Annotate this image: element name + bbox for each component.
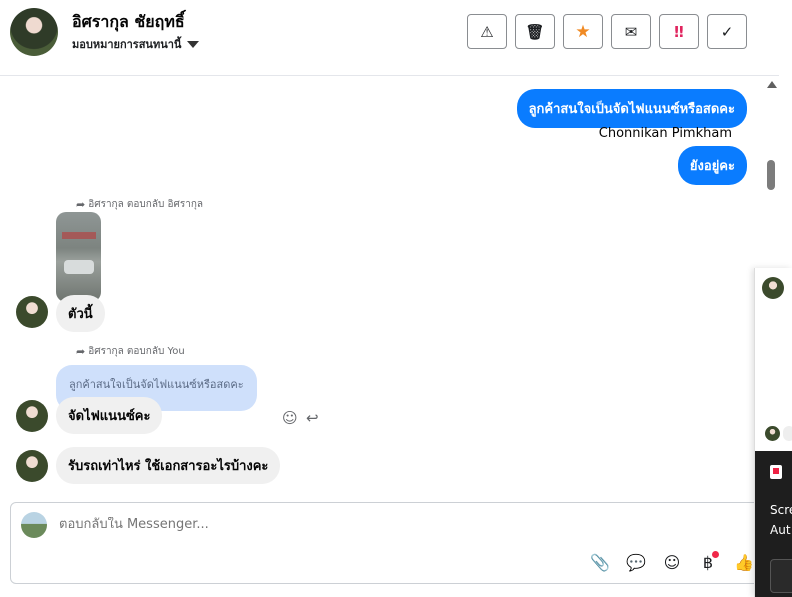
star-button[interactable]: ★ [563,14,603,49]
chat-bubble-icon[interactable]: 💬 [625,551,647,573]
contact-avatar[interactable] [762,277,784,299]
trash-icon: 🗑 [525,22,545,41]
conversation-header: อิศรากุล ชัยฤทธิ์ มอบหมายการสนทนานี้ ⚠ 🗑… [0,0,779,76]
chevron-down-icon [187,40,200,48]
reply-arrow-icon: ➦ [76,345,86,358]
checkmark-icon: ✓ [720,22,734,41]
delete-button[interactable]: 🗑 [515,14,555,49]
screenshot-notification[interactable]: Scre Aut [755,451,792,597]
reply-icon[interactable]: ↩ [306,409,319,427]
payment-icon[interactable]: ฿ [697,551,719,573]
exclamation-icon: ‼ [674,22,684,41]
image-sign [62,232,96,239]
incoming-message[interactable]: รับรถเท่าไหร่ ใช้เอกสารอะไรบ้างคะ [56,447,281,484]
contact-avatar[interactable] [16,450,48,482]
page-avatar [21,512,47,538]
contact-avatar[interactable] [16,296,48,328]
mark-unread-button[interactable]: ✉ [611,14,651,49]
assign-label: มอบหมายการสนทนานี้ [72,38,182,51]
side-chat-panel: Scre Aut [754,268,792,597]
image-attachment[interactable] [56,212,101,302]
star-icon: ★ [575,21,591,42]
contact-avatar[interactable] [16,400,48,432]
notification-title: Scre [770,503,792,517]
inbox-conversation-page: อิศรากุล ชัยฤทธิ์ มอบหมายการสนทนานี้ ⚠ 🗑… [0,0,792,597]
snipping-tool-icon [770,465,782,479]
reply-label-text: อิศรากุล ตอบกลับ อิศรากุล [88,199,203,210]
reply-arrow-icon: ➦ [76,198,86,211]
notification-button[interactable] [770,559,792,593]
reply-label-text: อิศรากุล ตอบกลับ You [88,346,185,357]
composer-toolbar: 📎 💬 ☺ ฿ 👍 [589,551,755,573]
spam-button[interactable]: ⚠ [467,14,507,49]
contact-avatar [765,426,780,441]
scroll-thumb[interactable] [767,160,775,190]
incoming-message[interactable]: ตัวนี้ [56,295,105,332]
contact-avatar[interactable] [10,8,58,56]
smiley-icon[interactable]: ☺ [661,551,683,573]
notification-body: Aut [770,523,791,537]
paperclip-icon[interactable]: 📎 [589,551,611,573]
react-emoji-icon[interactable]: ☺ [282,409,298,427]
contact-name[interactable]: อิศรากุล ชัยฤทธิ์ [72,10,185,35]
scroll-up-arrow-icon[interactable] [767,81,777,88]
outgoing-message[interactable]: ลูกค้าสนใจเป็นจัดไฟแนนซ์หรือสดคะ [516,89,747,128]
reply-indicator: ➦ อิศรากุล ตอบกลับ อิศรากุล [76,197,203,212]
sender-name: Chonnikan Pimkham [598,126,732,141]
reply-indicator: ➦ อิศรากุล ตอบกลับ You [76,344,185,359]
conversation-actions: ⚠ 🗑 ★ ✉ ‼ ✓ [467,14,747,49]
envelope-open-icon: ✉ [624,22,638,41]
thumbs-up-icon[interactable]: 👍 [733,551,755,573]
assign-conversation-dropdown[interactable]: มอบหมายการสนทนานี้ [72,35,200,53]
message-composer: 📎 💬 ☺ ฿ 👍 [10,502,780,584]
mark-done-button[interactable]: ✓ [707,14,747,49]
message-input[interactable] [59,517,659,532]
follow-up-button[interactable]: ‼ [659,14,699,49]
image-car [64,260,94,274]
outgoing-message[interactable]: ยังอยู่คะ [677,146,747,185]
warning-icon: ⚠ [480,22,494,41]
notification-dot [712,551,719,558]
preview-bubble [783,426,792,441]
incoming-message[interactable]: จัดไฟแนนซ์คะ [56,397,163,434]
